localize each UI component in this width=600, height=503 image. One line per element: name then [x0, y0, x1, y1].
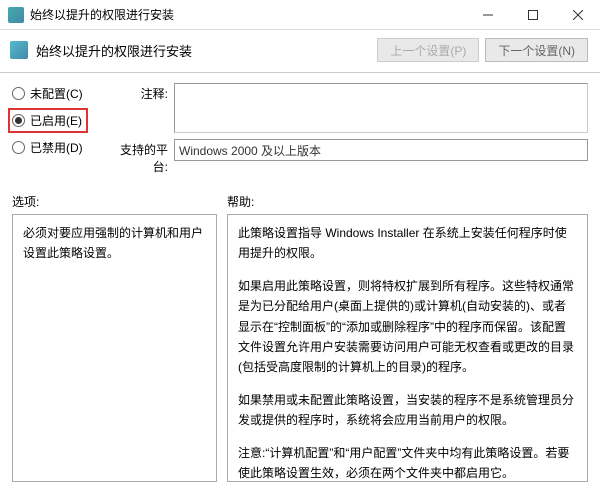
help-label: 帮助:	[227, 193, 588, 210]
help-paragraph: 此策略设置指导 Windows Installer 在系统上安装任何程序时使用提…	[238, 223, 577, 264]
radio-group: 未配置(C) 已启用(E) 已禁用(D)	[12, 83, 112, 181]
next-setting-button[interactable]: 下一个设置(N)	[485, 38, 588, 62]
comment-label: 注释:	[112, 83, 174, 133]
radio-icon	[12, 87, 25, 100]
radio-disabled[interactable]: 已禁用(D)	[12, 139, 112, 156]
maximize-button[interactable]	[510, 0, 555, 30]
help-column: 帮助: 此策略设置指导 Windows Installer 在系统上安装任何程序…	[227, 189, 588, 486]
platform-label: 支持的平台:	[112, 139, 174, 175]
close-button[interactable]	[555, 0, 600, 30]
options-panel: 必须对要应用强制的计算机和用户设置此策略设置。	[12, 214, 217, 482]
radio-label: 未配置(C)	[30, 85, 83, 102]
minimize-button[interactable]	[465, 0, 510, 30]
comment-input[interactable]	[174, 83, 588, 133]
platform-value: Windows 2000 及以上版本	[174, 139, 588, 161]
help-panel[interactable]: 此策略设置指导 Windows Installer 在系统上安装任何程序时使用提…	[227, 214, 588, 482]
policy-title: 始终以提升的权限进行安装	[36, 41, 371, 60]
app-icon	[8, 7, 24, 23]
radio-label: 已禁用(D)	[30, 139, 83, 156]
radio-icon	[12, 141, 25, 154]
radio-icon	[12, 114, 25, 127]
help-paragraph: 如果禁用或未配置此策略设置，当安装的程序不是系统管理员分发或提供的程序时，系统将…	[238, 390, 577, 431]
window-title: 始终以提升的权限进行安装	[30, 6, 465, 23]
options-column: 选项: 必须对要应用强制的计算机和用户设置此策略设置。	[12, 189, 217, 486]
titlebar: 始终以提升的权限进行安装	[0, 0, 600, 30]
fields-area: 注释: 支持的平台: Windows 2000 及以上版本	[112, 83, 588, 181]
radio-label: 已启用(E)	[30, 112, 82, 129]
selected-highlight: 已启用(E)	[8, 108, 88, 133]
options-text: 必须对要应用强制的计算机和用户设置此策略设置。	[23, 223, 206, 264]
policy-icon	[10, 41, 28, 59]
previous-setting-button[interactable]: 上一个设置(P)	[377, 38, 479, 62]
radio-enabled[interactable]: 已启用(E)	[12, 112, 112, 129]
header-bar: 始终以提升的权限进行安装 上一个设置(P) 下一个设置(N)	[0, 30, 600, 73]
lower-area: 选项: 必须对要应用强制的计算机和用户设置此策略设置。 帮助: 此策略设置指导 …	[0, 189, 600, 486]
options-label: 选项:	[12, 193, 217, 210]
radio-not-configured[interactable]: 未配置(C)	[12, 85, 112, 102]
config-area: 未配置(C) 已启用(E) 已禁用(D) 注释: 支持的平台: Windows …	[0, 73, 600, 189]
help-paragraph: 注意:“计算机配置”和“用户配置”文件夹中均有此策略设置。若要使此策略设置生效，…	[238, 443, 577, 482]
help-paragraph: 如果启用此策略设置，则将特权扩展到所有程序。这些特权通常是为已分配给用户(桌面上…	[238, 276, 577, 378]
